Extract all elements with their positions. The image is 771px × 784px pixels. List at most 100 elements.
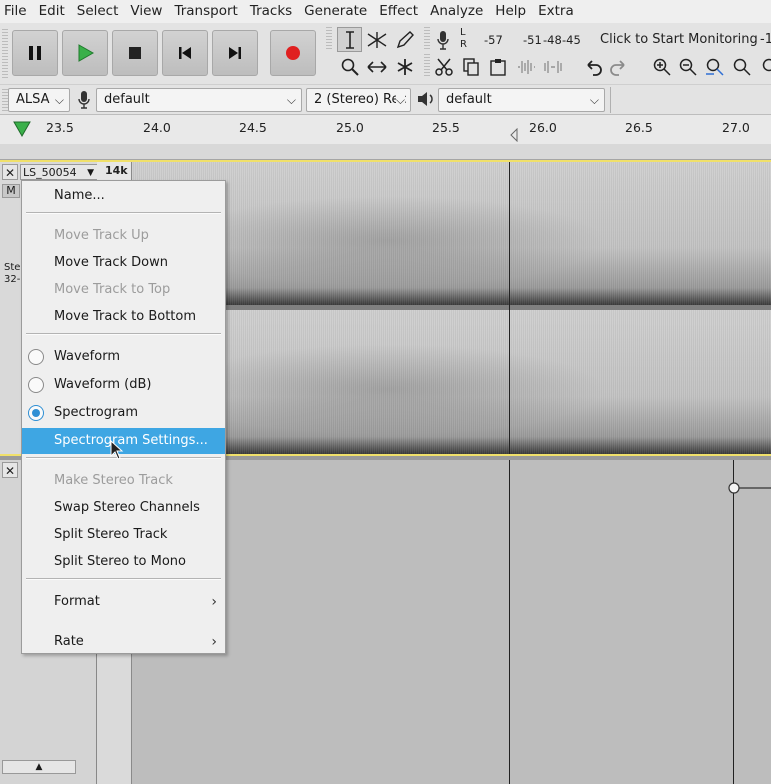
redo-button[interactable] [606, 54, 631, 79]
meter-right-label: R [460, 39, 467, 50]
silence-audio-icon [543, 60, 562, 73]
double-arrow-icon [366, 60, 387, 73]
menu-item-move-track-to-bottom[interactable]: Move Track to Bottom [22, 304, 225, 330]
zoom-toggle-icon [762, 58, 771, 71]
close-track-button[interactable]: ✕ [2, 164, 18, 180]
menu-item-format[interactable]: Format › [22, 589, 225, 615]
close-track-button[interactable]: ✕ [2, 462, 18, 478]
menu-item-move-track-to-top[interactable]: Move Track to Top [22, 277, 225, 303]
menu-item-swap-stereo-channels[interactable]: Swap Stereo Channels [22, 495, 225, 521]
menu-generate[interactable]: Generate [300, 0, 375, 23]
spectrogram-channel-right[interactable] [132, 310, 771, 454]
menu-analyze[interactable]: Analyze [426, 0, 491, 23]
track-info-format: Ste [4, 262, 21, 273]
ibeam-icon [345, 30, 354, 49]
meter-scale-51: -51 [523, 33, 542, 47]
record-meter-button[interactable] [430, 27, 455, 52]
collapse-track-button[interactable]: ▲ [2, 760, 76, 774]
skip-to-start-button[interactable] [162, 30, 208, 76]
zoom-out-icon [679, 58, 697, 76]
meter-left-label: L [460, 27, 466, 38]
menu-effect[interactable]: Effect [375, 0, 426, 23]
label-track-area[interactable] [132, 460, 771, 784]
zoom-tool[interactable] [337, 54, 362, 79]
menu-item-split-stereo-track[interactable]: Split Stereo Track [22, 522, 225, 548]
menu-help[interactable]: Help [491, 0, 534, 23]
record-button[interactable] [270, 30, 316, 76]
device-toolbar: ALSA ⌵ default ⌵ 2 (Stereo) Rec ⌵ defaul… [0, 84, 771, 114]
track-info-rate: 32- [4, 274, 21, 285]
zoom-toggle-button[interactable] [755, 54, 771, 79]
ruler-label: 27.0 [722, 120, 750, 135]
chevron-down-icon: ⌵ [54, 93, 64, 107]
ruler-scrub-area[interactable] [0, 144, 771, 160]
menu-tracks[interactable]: Tracks [246, 0, 300, 23]
menu-item-label: Rate [54, 634, 84, 649]
menu-item-move-track-down[interactable]: Move Track Down [22, 250, 225, 276]
paste-button[interactable] [485, 54, 510, 79]
zoom-in-icon [653, 58, 671, 76]
ruler-label: 23.5 [46, 120, 74, 135]
time-shift-tool[interactable] [364, 54, 389, 79]
menu-item-waveform-db[interactable]: Waveform (dB) [22, 372, 225, 398]
fit-selection-button[interactable] [702, 54, 727, 79]
menu-file[interactable]: File [0, 0, 35, 23]
undo-button[interactable] [580, 54, 605, 79]
pause-button[interactable] [12, 30, 58, 76]
tools-toolbar-grip[interactable] [326, 27, 332, 49]
mouse-pointer-icon [110, 439, 124, 460]
playback-device-select[interactable]: default ⌵ [438, 88, 605, 112]
microphone-icon [76, 90, 92, 114]
trim-button[interactable] [513, 54, 538, 79]
mute-button[interactable]: M [2, 184, 20, 198]
silence-button[interactable] [540, 54, 565, 79]
menu-item-split-stereo-to-mono[interactable]: Split Stereo to Mono [22, 549, 225, 575]
timeline-ruler[interactable]: 23.5 24.0 24.5 25.0 25.5 26.0 26.5 27.0 [0, 114, 771, 144]
record-meter[interactable]: Click to Start Monitoring [600, 32, 758, 47]
transport-toolbar-grip[interactable] [2, 29, 8, 79]
menu-item-waveform[interactable]: Waveform [22, 344, 225, 370]
menu-item-spectrogram[interactable]: Spectrogram [22, 400, 225, 426]
menu-view[interactable]: View [126, 0, 170, 23]
ruler-label: 24.5 [239, 120, 267, 135]
asterisk-icon [397, 58, 412, 75]
recording-channels-select[interactable]: 2 (Stereo) Rec ⌵ [306, 88, 411, 112]
play-head-marker-icon[interactable] [12, 120, 32, 142]
cut-button[interactable] [431, 54, 456, 79]
ruler-label: 24.0 [143, 120, 171, 135]
menu-bar: File Edit Select View Transport Tracks G… [0, 0, 771, 23]
draw-tool[interactable] [392, 27, 417, 52]
recording-device-select[interactable]: default ⌵ [96, 88, 302, 112]
radio-unchecked-icon [28, 349, 44, 365]
menu-edit[interactable]: Edit [35, 0, 73, 23]
track-name: LS_50054 [23, 166, 77, 179]
menu-item-make-stereo-track[interactable]: Make Stereo Track [22, 468, 225, 494]
menu-transport[interactable]: Transport [170, 0, 245, 23]
envelope-tool[interactable] [364, 27, 389, 52]
spectrogram-channel-left[interactable] [132, 162, 771, 305]
edit-toolbar-grip[interactable] [424, 54, 430, 76]
chevron-down-icon: ⌵ [286, 93, 296, 107]
audio-host-select[interactable]: ALSA ⌵ [8, 88, 70, 112]
menu-select[interactable]: Select [73, 0, 127, 23]
zoom-out-button[interactable] [675, 54, 700, 79]
label-handle-icon[interactable] [727, 480, 771, 500]
play-icon [78, 44, 95, 62]
track-name-dropdown[interactable]: LS_50054 ▼ [20, 164, 98, 180]
play-button[interactable] [62, 30, 108, 76]
menu-item-rate[interactable]: Rate › [22, 629, 225, 655]
zoom-in-button[interactable] [649, 54, 674, 79]
menu-item-move-track-up[interactable]: Move Track Up [22, 223, 225, 249]
skip-to-end-button[interactable] [212, 30, 258, 76]
multi-tool[interactable] [392, 54, 417, 79]
fit-project-button[interactable] [729, 54, 754, 79]
menu-item-name[interactable]: Name... [22, 183, 225, 209]
menu-extra[interactable]: Extra [534, 0, 582, 23]
copy-icon [462, 57, 479, 76]
copy-button[interactable] [458, 54, 483, 79]
menu-divider [26, 578, 221, 580]
menu-item-label: Move Track Up [54, 228, 149, 243]
stop-button[interactable] [112, 30, 158, 76]
selection-tool[interactable] [337, 27, 362, 52]
meter-scale-48: -48 [543, 33, 562, 47]
